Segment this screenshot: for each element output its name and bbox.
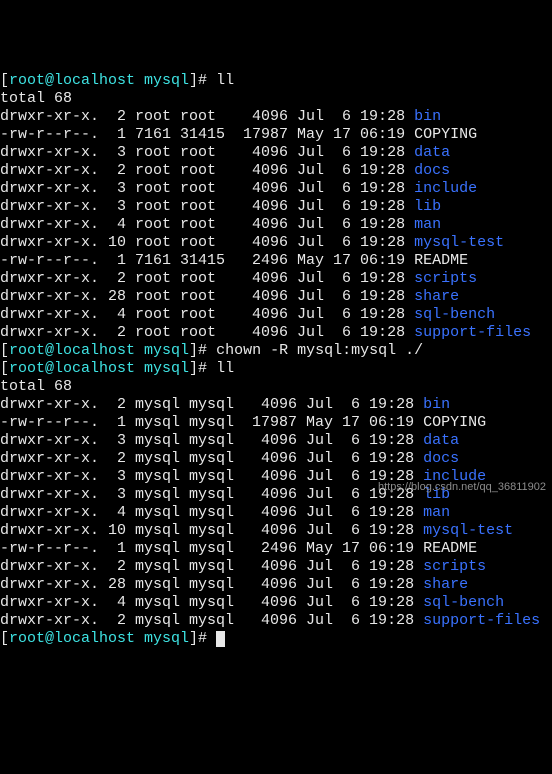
ls-filename: man (423, 504, 450, 521)
ls-filename: lib (414, 198, 441, 215)
ls-row: drwxr-xr-x. 2 root root 4096 Jul 6 19:28… (0, 108, 552, 126)
ls-row: drwxr-xr-x. 4 mysql mysql 4096 Jul 6 19:… (0, 594, 552, 612)
ls-row: drwxr-xr-x. 10 root root 4096 Jul 6 19:2… (0, 234, 552, 252)
ls-meta: drwxr-xr-x. 2 root root 4096 Jul 6 19:28 (0, 108, 414, 125)
ls-row: drwxr-xr-x. 4 root root 4096 Jul 6 19:28… (0, 306, 552, 324)
ls-meta: drwxr-xr-x. 2 root root 4096 Jul 6 19:28 (0, 270, 414, 287)
ls-meta: drwxr-xr-x. 2 mysql mysql 4096 Jul 6 19:… (0, 450, 423, 467)
cursor (216, 631, 225, 647)
ls-filename: share (414, 288, 459, 305)
ls-meta: drwxr-xr-x. 3 mysql mysql 4096 Jul 6 19:… (0, 486, 423, 503)
ls-filename: sql-bench (414, 306, 495, 323)
ls-meta: drwxr-xr-x. 2 root root 4096 Jul 6 19:28 (0, 162, 414, 179)
ls-row: drwxr-xr-x. 2 root root 4096 Jul 6 19:28… (0, 162, 552, 180)
prompt-usercwd: root@localhost mysql (9, 630, 189, 647)
ls-filename: README (423, 540, 477, 557)
ls-meta: drwxr-xr-x. 4 mysql mysql 4096 Jul 6 19:… (0, 504, 423, 521)
ls-row: drwxr-xr-x. 28 root root 4096 Jul 6 19:2… (0, 288, 552, 306)
ls-meta: drwxr-xr-x. 28 root root 4096 Jul 6 19:2… (0, 288, 414, 305)
prompt-suffix: ]# (189, 72, 216, 89)
ls-row: drwxr-xr-x. 2 mysql mysql 4096 Jul 6 19:… (0, 396, 552, 414)
ls-meta: -rw-r--r--. 1 mysql mysql 17987 May 17 0… (0, 414, 423, 431)
ls-filename: sql-bench (423, 594, 504, 611)
ls-filename: man (414, 216, 441, 233)
ls-filename: data (423, 432, 459, 449)
ls-row: drwxr-xr-x. 10 mysql mysql 4096 Jul 6 19… (0, 522, 552, 540)
ls-filename: include (414, 180, 477, 197)
ls-row: -rw-r--r--. 1 7161 31415 2496 May 17 06:… (0, 252, 552, 270)
ls-meta: drwxr-xr-x. 2 mysql mysql 4096 Jul 6 19:… (0, 396, 423, 413)
ls-row: drwxr-xr-x. 3 root root 4096 Jul 6 19:28… (0, 198, 552, 216)
ls-row: -rw-r--r--. 1 mysql mysql 17987 May 17 0… (0, 414, 552, 432)
ls-filename: COPYING (423, 414, 486, 431)
ls-row: drwxr-xr-x. 2 mysql mysql 4096 Jul 6 19:… (0, 450, 552, 468)
ls-meta: drwxr-xr-x. 3 root root 4096 Jul 6 19:28 (0, 180, 414, 197)
ls-filename: COPYING (414, 126, 477, 143)
ls-filename: docs (423, 450, 459, 467)
total-line: total 68 (0, 378, 72, 395)
ls-meta: drwxr-xr-x. 4 root root 4096 Jul 6 19:28 (0, 216, 414, 233)
prompt-usercwd: root@localhost mysql (9, 72, 189, 89)
prompt-suffix: ]# (189, 342, 216, 359)
prompt-suffix: ]# (189, 630, 216, 647)
prompt-suffix: ]# (189, 360, 216, 377)
prompt-bracket-open: [ (0, 630, 9, 647)
ls-row: drwxr-xr-x. 2 root root 4096 Jul 6 19:28… (0, 324, 552, 342)
ls-row: drwxr-xr-x. 3 mysql mysql 4096 Jul 6 19:… (0, 432, 552, 450)
total-line: total 68 (0, 90, 72, 107)
ls-meta: drwxr-xr-x. 3 root root 4096 Jul 6 19:28 (0, 198, 414, 215)
prompt-bracket-open: [ (0, 342, 9, 359)
prompt-usercwd: root@localhost mysql (9, 342, 189, 359)
ls-meta: -rw-r--r--. 1 7161 31415 17987 May 17 06… (0, 126, 414, 143)
ls-filename: mysql-test (414, 234, 504, 251)
ls-meta: drwxr-xr-x. 2 root root 4096 Jul 6 19:28 (0, 324, 414, 341)
ls-row: drwxr-xr-x. 28 mysql mysql 4096 Jul 6 19… (0, 576, 552, 594)
prompt-bracket-open: [ (0, 72, 9, 89)
typed-command: ll (216, 360, 234, 377)
ls-filename: scripts (423, 558, 486, 575)
ls-meta: drwxr-xr-x. 10 root root 4096 Jul 6 19:2… (0, 234, 414, 251)
ls-filename: README (414, 252, 468, 269)
ls-meta: drwxr-xr-x. 28 mysql mysql 4096 Jul 6 19… (0, 576, 423, 593)
ls-meta: drwxr-xr-x. 2 mysql mysql 4096 Jul 6 19:… (0, 612, 423, 629)
ls-row: drwxr-xr-x. 2 mysql mysql 4096 Jul 6 19:… (0, 612, 552, 630)
ls-filename: support-files (414, 324, 531, 341)
ls-filename: mysql-test (423, 522, 513, 539)
ls-filename: bin (423, 396, 450, 413)
ls-meta: drwxr-xr-x. 4 root root 4096 Jul 6 19:28 (0, 306, 414, 323)
ls-row: -rw-r--r--. 1 mysql mysql 2496 May 17 06… (0, 540, 552, 558)
ls-row: drwxr-xr-x. 2 mysql mysql 4096 Jul 6 19:… (0, 558, 552, 576)
typed-command: chown -R mysql:mysql ./ (216, 342, 423, 359)
prompt-bracket-open: [ (0, 360, 9, 377)
ls-meta: drwxr-xr-x. 3 mysql mysql 4096 Jul 6 19:… (0, 468, 423, 485)
ls-row: drwxr-xr-x. 3 root root 4096 Jul 6 19:28… (0, 144, 552, 162)
ls-meta: drwxr-xr-x. 3 root root 4096 Jul 6 19:28 (0, 144, 414, 161)
ls-filename: scripts (414, 270, 477, 287)
ls-meta: drwxr-xr-x. 3 mysql mysql 4096 Jul 6 19:… (0, 432, 423, 449)
terminal-output[interactable]: [root@localhost mysql]# lltotal 68drwxr-… (0, 72, 552, 648)
watermark-text: https://blog.csdn.net/qq_36811902 (378, 478, 546, 496)
ls-row: drwxr-xr-x. 3 root root 4096 Jul 6 19:28… (0, 180, 552, 198)
ls-row: drwxr-xr-x. 4 root root 4096 Jul 6 19:28… (0, 216, 552, 234)
typed-command: ll (216, 72, 234, 89)
ls-meta: -rw-r--r--. 1 7161 31415 2496 May 17 06:… (0, 252, 414, 269)
ls-meta: drwxr-xr-x. 10 mysql mysql 4096 Jul 6 19… (0, 522, 423, 539)
ls-filename: support-files (423, 612, 540, 629)
ls-filename: share (423, 576, 468, 593)
ls-row: drwxr-xr-x. 4 mysql mysql 4096 Jul 6 19:… (0, 504, 552, 522)
ls-meta: drwxr-xr-x. 4 mysql mysql 4096 Jul 6 19:… (0, 594, 423, 611)
ls-meta: drwxr-xr-x. 2 mysql mysql 4096 Jul 6 19:… (0, 558, 423, 575)
ls-row: -rw-r--r--. 1 7161 31415 17987 May 17 06… (0, 126, 552, 144)
ls-filename: bin (414, 108, 441, 125)
ls-filename: docs (414, 162, 450, 179)
ls-row: drwxr-xr-x. 2 root root 4096 Jul 6 19:28… (0, 270, 552, 288)
ls-filename: data (414, 144, 450, 161)
ls-meta: -rw-r--r--. 1 mysql mysql 2496 May 17 06… (0, 540, 423, 557)
prompt-usercwd: root@localhost mysql (9, 360, 189, 377)
